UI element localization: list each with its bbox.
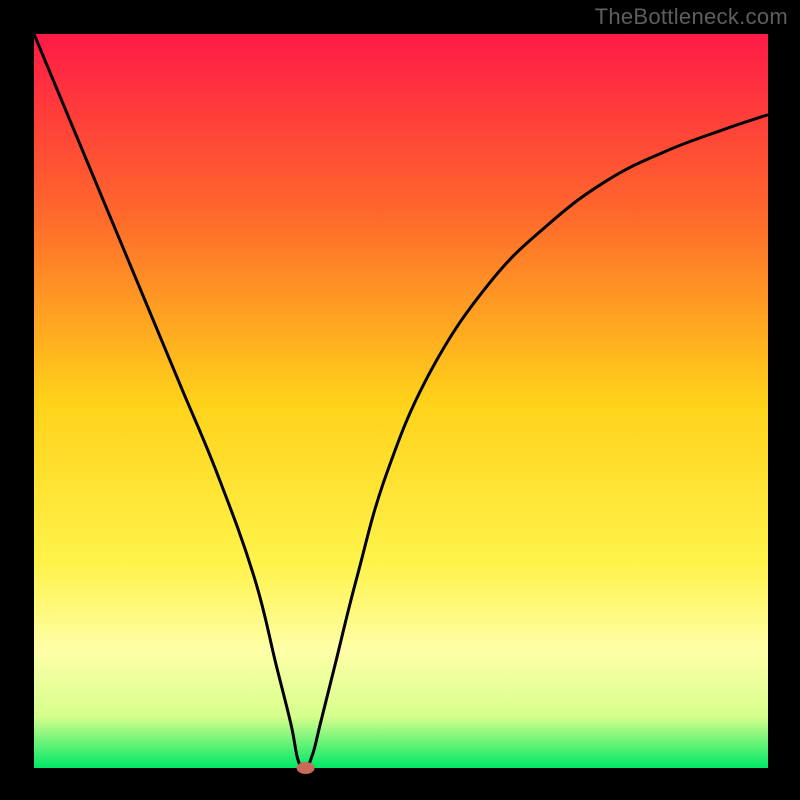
watermark: TheBottleneck.com [595,4,788,30]
minimum-marker [297,762,315,774]
plot-background [34,34,768,768]
bottleneck-chart [0,0,800,800]
chart-frame: TheBottleneck.com [0,0,800,800]
